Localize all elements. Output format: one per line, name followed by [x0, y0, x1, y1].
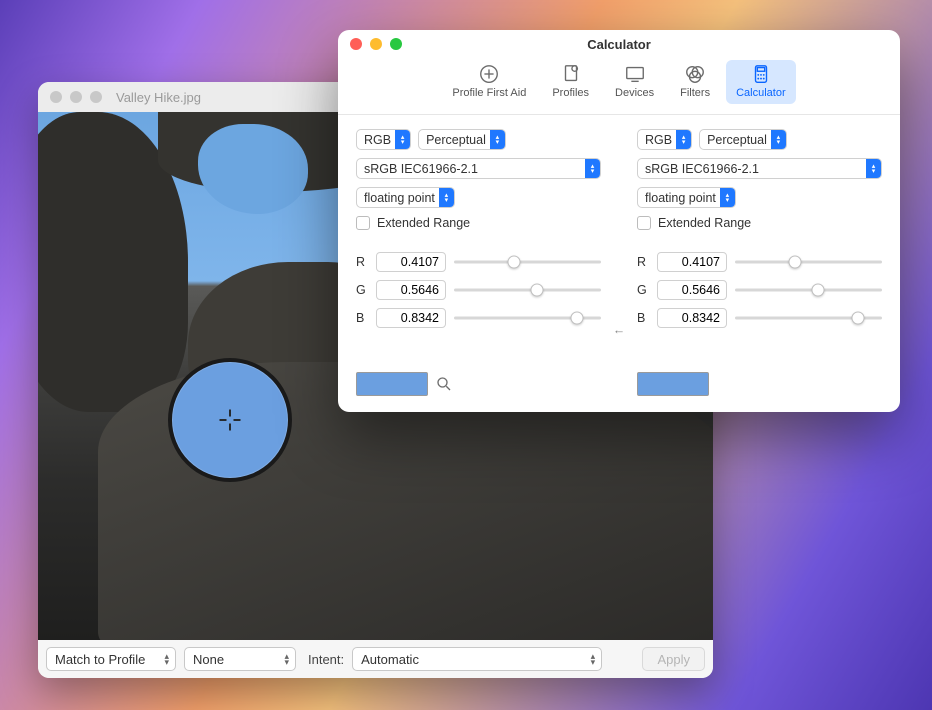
dest-g-slider[interactable] — [735, 282, 882, 298]
tab-calculator[interactable]: Calculator — [726, 60, 796, 104]
dest-color-model-select[interactable]: RGB▴▾ — [637, 129, 692, 150]
close-button[interactable] — [50, 91, 62, 103]
dest-channel-b: B — [637, 308, 882, 328]
dest-number-format-select[interactable]: floating point▴▾ — [637, 187, 736, 208]
destination-profile-select[interactable]: None▴▾ — [184, 647, 296, 671]
dest-channel-r: R — [637, 252, 882, 272]
calculator-icon — [750, 64, 772, 84]
devices-icon — [624, 64, 646, 84]
dest-r-input[interactable] — [657, 252, 727, 272]
minimize-button[interactable] — [70, 91, 82, 103]
dest-color-panel: RGB▴▾ Perceptual▴▾ sRGB IEC61966-2.1▴▾ f… — [637, 129, 882, 396]
traffic-lights[interactable] — [350, 38, 402, 50]
calc-titlebar[interactable]: Calculator — [338, 30, 900, 58]
calc-window-title: Calculator — [338, 37, 900, 52]
dest-b-input[interactable] — [657, 308, 727, 328]
colorsync-calculator-window: Calculator Profile First Aid Profiles De… — [338, 30, 900, 412]
tab-devices[interactable]: Devices — [605, 60, 664, 104]
tab-filters[interactable]: Filters — [670, 60, 720, 104]
image-window-title: Valley Hike.jpg — [116, 90, 201, 105]
traffic-lights-inactive[interactable] — [50, 91, 102, 103]
zoom-button[interactable] — [90, 91, 102, 103]
dest-r-slider[interactable] — [735, 254, 882, 270]
source-extended-range-label: Extended Range — [377, 216, 470, 230]
source-number-format-select[interactable]: floating point▴▾ — [356, 187, 455, 208]
dest-g-input[interactable] — [657, 280, 727, 300]
source-extended-range-checkbox[interactable] — [356, 216, 370, 230]
match-action-select[interactable]: Match to Profile▴▾ — [46, 647, 176, 671]
source-channel-g: G — [356, 280, 601, 300]
source-channel-r: R — [356, 252, 601, 272]
magnifier-icon[interactable] — [435, 375, 453, 393]
dest-extended-range-label: Extended Range — [658, 216, 751, 230]
first-aid-icon — [478, 64, 500, 84]
profile-icon — [560, 64, 582, 84]
intent-select[interactable]: Automatic▴▾ — [352, 647, 602, 671]
source-color-model-select[interactable]: RGB▴▾ — [356, 129, 411, 150]
source-b-slider[interactable] — [454, 310, 601, 326]
image-window-footer: Match to Profile▴▾ None▴▾ Intent: Automa… — [38, 640, 713, 678]
crosshair-icon — [216, 406, 244, 434]
filters-icon — [684, 64, 706, 84]
conversion-direction-arrow-icon[interactable]: ← — [609, 323, 629, 337]
dest-extended-range-checkbox[interactable] — [637, 216, 651, 230]
source-r-input[interactable] — [376, 252, 446, 272]
source-g-slider[interactable] — [454, 282, 601, 298]
toolbar: Profile First Aid Profiles Devices Filte… — [338, 58, 900, 115]
dest-channel-g: G — [637, 280, 882, 300]
source-r-slider[interactable] — [454, 254, 601, 270]
zoom-button[interactable] — [390, 38, 402, 50]
dest-intent-select[interactable]: Perceptual▴▾ — [699, 129, 787, 150]
source-color-panel: RGB▴▾ Perceptual▴▾ sRGB IEC61966-2.1▴▾ f… — [356, 129, 601, 396]
color-loupe[interactable] — [168, 358, 292, 482]
apply-button[interactable]: Apply — [642, 647, 705, 671]
tab-profile-first-aid[interactable]: Profile First Aid — [442, 60, 536, 104]
source-g-input[interactable] — [376, 280, 446, 300]
intent-label: Intent: — [308, 652, 344, 667]
source-color-swatch — [356, 372, 428, 396]
source-intent-select[interactable]: Perceptual▴▾ — [418, 129, 506, 150]
source-channel-b: B — [356, 308, 601, 328]
close-button[interactable] — [350, 38, 362, 50]
source-profile-select[interactable]: sRGB IEC61966-2.1▴▾ — [356, 158, 601, 179]
minimize-button[interactable] — [370, 38, 382, 50]
dest-b-slider[interactable] — [735, 310, 882, 326]
source-b-input[interactable] — [376, 308, 446, 328]
dest-profile-select[interactable]: sRGB IEC61966-2.1▴▾ — [637, 158, 882, 179]
dest-color-swatch — [637, 372, 709, 396]
tab-profiles[interactable]: Profiles — [542, 60, 599, 104]
